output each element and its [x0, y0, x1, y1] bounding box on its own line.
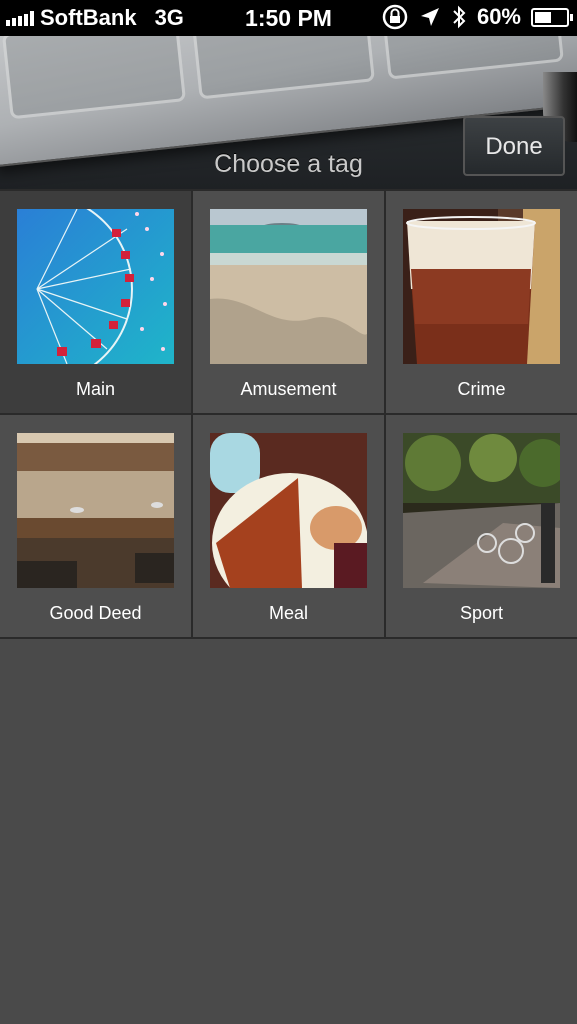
tag-main[interactable]: Main	[0, 191, 193, 415]
rotation-lock-icon	[382, 4, 408, 30]
battery-percent: 60%	[476, 4, 521, 29]
location-icon	[420, 8, 439, 26]
tag-label: Crime	[457, 379, 506, 399]
canal-photo	[17, 433, 174, 588]
tag-meal[interactable]: Meal	[193, 415, 386, 639]
status-bar: SoftBank 3G 1:50 PM 60%	[0, 0, 577, 36]
tag-good-deed[interactable]: Good Deed	[0, 415, 193, 639]
tag-sport[interactable]: Sport	[386, 415, 577, 639]
tag-label: Good Deed	[49, 603, 142, 623]
tag-grid: Main Amusement Crime Good Deed Meal Spor…	[0, 189, 577, 639]
tag-label: Meal	[268, 603, 308, 623]
breakfast-plate-photo	[210, 433, 367, 588]
battery-icon	[531, 7, 573, 27]
tag-crime[interactable]: Crime	[386, 191, 577, 415]
status-right: 60%	[381, 4, 573, 30]
battery-fill	[535, 11, 551, 23]
tag-label: Sport	[459, 603, 504, 623]
curl-tile	[1, 36, 187, 120]
ferris-wheel-photo	[17, 209, 174, 364]
tag-label: Main	[75, 379, 115, 399]
bicycles-park-photo	[403, 433, 560, 588]
bluetooth-icon	[453, 5, 466, 29]
tag-amusement[interactable]: Amusement	[193, 191, 386, 415]
done-button[interactable]: Done	[463, 116, 565, 176]
beer-glass-photo	[403, 209, 560, 364]
curl-tile	[379, 36, 564, 80]
beach-photo	[210, 209, 367, 364]
tag-label: Amusement	[240, 379, 337, 399]
curl-tile	[190, 36, 375, 100]
